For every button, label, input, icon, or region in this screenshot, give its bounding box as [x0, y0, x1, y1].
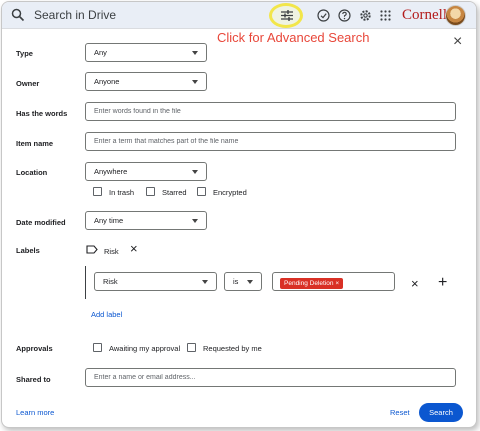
awaiting-approval-label: Awaiting my approval	[109, 344, 181, 353]
help-icon[interactable]	[338, 9, 351, 22]
apps-grid-icon[interactable]	[379, 9, 392, 22]
remove-label-icon[interactable]: ×	[130, 241, 138, 256]
chevron-down-icon	[192, 170, 198, 174]
shared-to-input[interactable]	[85, 368, 456, 387]
add-condition-icon[interactable]: +	[438, 274, 447, 292]
search-button[interactable]: Search	[419, 403, 463, 422]
has-words-input[interactable]	[85, 102, 456, 121]
requested-by-me-checkbox[interactable]	[187, 343, 196, 352]
tune-icon[interactable]	[281, 10, 293, 21]
starred-checkbox[interactable]	[146, 187, 155, 196]
item-name-label: Item name	[16, 139, 54, 148]
settings-icon[interactable]	[359, 9, 372, 22]
in-trash-checkbox[interactable]	[93, 187, 102, 196]
chip-remove-icon[interactable]: ×	[335, 280, 339, 287]
type-select[interactable]: Any	[85, 43, 207, 62]
ready-for-offline-icon[interactable]	[317, 9, 330, 22]
advanced-search-annotation: Click for Advanced Search	[217, 30, 370, 45]
date-modified-label: Date modified	[16, 218, 66, 227]
item-name-input[interactable]	[85, 132, 456, 151]
encrypted-label: Encrypted	[213, 188, 247, 197]
encrypted-checkbox[interactable]	[197, 187, 206, 196]
search-placeholder[interactable]: Search in Drive	[34, 8, 116, 22]
cornell-logo: Cornell	[402, 7, 447, 23]
awaiting-approval-checkbox[interactable]	[93, 343, 102, 352]
labels-label: Labels	[16, 246, 40, 255]
close-icon[interactable]: ×	[453, 33, 462, 51]
search-bar[interactable]: Search in Drive Cornell	[2, 2, 476, 29]
location-select[interactable]: Anywhere	[85, 162, 207, 181]
label-field-group-divider	[85, 266, 86, 299]
pending-deletion-chip[interactable]: Pending Deletion ×	[280, 278, 344, 289]
type-label: Type	[16, 49, 33, 58]
add-label-link[interactable]: Add label	[91, 310, 122, 319]
search-icon	[11, 8, 25, 22]
shared-to-label: Shared to	[16, 375, 51, 384]
remove-condition-icon[interactable]: ×	[411, 276, 419, 291]
owner-select[interactable]: Anyone	[85, 72, 207, 91]
requested-by-me-label: Requested by me	[203, 344, 262, 353]
location-label: Location	[16, 168, 48, 177]
advanced-search-dialog: Search in Drive Cornell Click for Advanc…	[1, 1, 477, 428]
chevron-down-icon	[192, 51, 198, 55]
chevron-down-icon	[202, 280, 208, 284]
date-modified-select[interactable]: Any time	[85, 211, 207, 230]
approvals-label: Approvals	[16, 344, 53, 353]
in-trash-label: In trash	[109, 188, 135, 197]
starred-label: Starred	[162, 188, 187, 197]
reset-button[interactable]: Reset	[390, 408, 410, 417]
avatar[interactable]	[445, 5, 466, 26]
operator-select[interactable]: is	[224, 272, 262, 291]
learn-more-link[interactable]: Learn more	[16, 408, 54, 417]
owner-label: Owner	[16, 79, 40, 88]
label-field-select[interactable]: Risk	[94, 272, 217, 291]
has-words-label: Has the words	[16, 109, 68, 118]
chevron-down-icon	[247, 280, 253, 284]
chevron-down-icon	[192, 80, 198, 84]
selected-label-name: Risk	[104, 247, 119, 256]
label-tag-icon	[86, 245, 98, 254]
chevron-down-icon	[192, 219, 198, 223]
